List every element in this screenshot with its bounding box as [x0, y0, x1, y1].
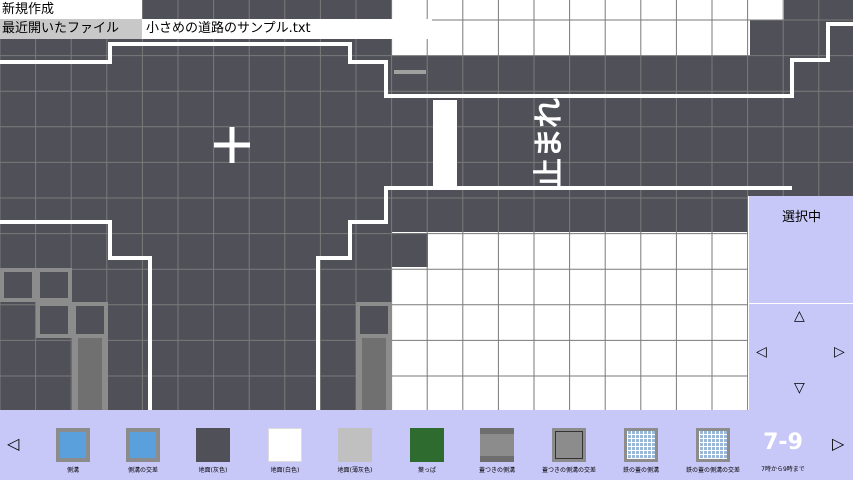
new-file-menu-item[interactable]: 新規作成: [0, 0, 142, 20]
covered-gutter-cross-icon: [552, 428, 586, 462]
palette-item-label: 葉っぱ: [417, 467, 436, 474]
palette-item-label: 蓋つきの側溝: [478, 467, 515, 474]
palette-prev-button[interactable]: ◁: [7, 434, 19, 453]
palette-item[interactable]: 地面(灰色): [178, 428, 248, 474]
recent-file-entry[interactable]: 小さめの道路のサンプル.txt: [142, 19, 432, 39]
stop-line: [433, 100, 457, 188]
iron-cover-gutter-cross-icon: [696, 428, 730, 462]
palette-item[interactable]: 側溝の交差: [108, 428, 178, 474]
time-range-value: 7-9: [763, 430, 803, 455]
palette-item[interactable]: 地面(薄灰色): [320, 428, 390, 474]
left-arrow-button[interactable]: ◁: [756, 344, 767, 360]
down-arrow-button[interactable]: ▽: [794, 380, 805, 396]
palette-item[interactable]: 葉っぱ: [392, 428, 462, 474]
road-map-canvas[interactable]: 止まれ: [0, 0, 853, 480]
palette-item-label: 地面(灰色): [198, 467, 228, 474]
up-arrow-button[interactable]: △: [794, 308, 805, 324]
tile-palette: ◁ 側溝 側溝の交差 地面(灰色) 地面(白色) 地面(薄灰色) 葉っぱ 蓋つきの側溝 蓋つき…: [0, 410, 853, 480]
palette-item-label: 側溝の交差: [127, 467, 158, 474]
palette-item-label: 地面(白色): [270, 467, 300, 474]
gray-ground-icon: [196, 428, 230, 462]
palette-item-label: 側溝: [66, 467, 79, 474]
light-gray-ground-icon: [338, 428, 372, 462]
gutter-cross-icon: [126, 428, 160, 462]
palette-item-label: 鉄の蓋の側溝: [622, 467, 659, 474]
selection-title: 選択中: [781, 210, 821, 225]
palette-item[interactable]: 蓋つきの側溝: [462, 428, 532, 474]
palette-next-button[interactable]: ▷: [832, 434, 844, 453]
palette-item-label: 蓋つきの側溝の交差: [541, 467, 596, 474]
selection-panel: 選択中 △ ◁ ▷ ▽: [748, 196, 853, 410]
gutter-icon: [56, 428, 90, 462]
palette-item[interactable]: 蓋つきの側溝の交差: [534, 428, 604, 474]
direction-pad: △ ◁ ▷ ▽: [749, 303, 853, 411]
palette-item-label: 地面(薄灰色): [337, 467, 373, 474]
leaf-icon: [410, 428, 444, 462]
white-ground-icon: [268, 428, 302, 462]
recent-files-menu-item[interactable]: 最近開いたファイル: [0, 19, 142, 39]
road-marking-text: 止まれ: [532, 98, 567, 188]
time-range-label: 7時から9時まで: [761, 466, 805, 473]
palette-item[interactable]: 鉄の蓋の側溝の交差: [678, 428, 748, 474]
palette-item[interactable]: 地面(白色): [250, 428, 320, 474]
covered-gutter-icon: [480, 428, 514, 462]
palette-item[interactable]: 鉄の蓋の側溝: [606, 428, 676, 474]
right-arrow-button[interactable]: ▷: [834, 344, 845, 360]
palette-item-label: 鉄の蓋の側溝の交差: [685, 467, 740, 474]
time-range-item[interactable]: 7-9 7時から9時まで: [752, 428, 814, 473]
iron-cover-gutter-icon: [624, 428, 658, 462]
palette-item[interactable]: 側溝: [38, 428, 108, 474]
